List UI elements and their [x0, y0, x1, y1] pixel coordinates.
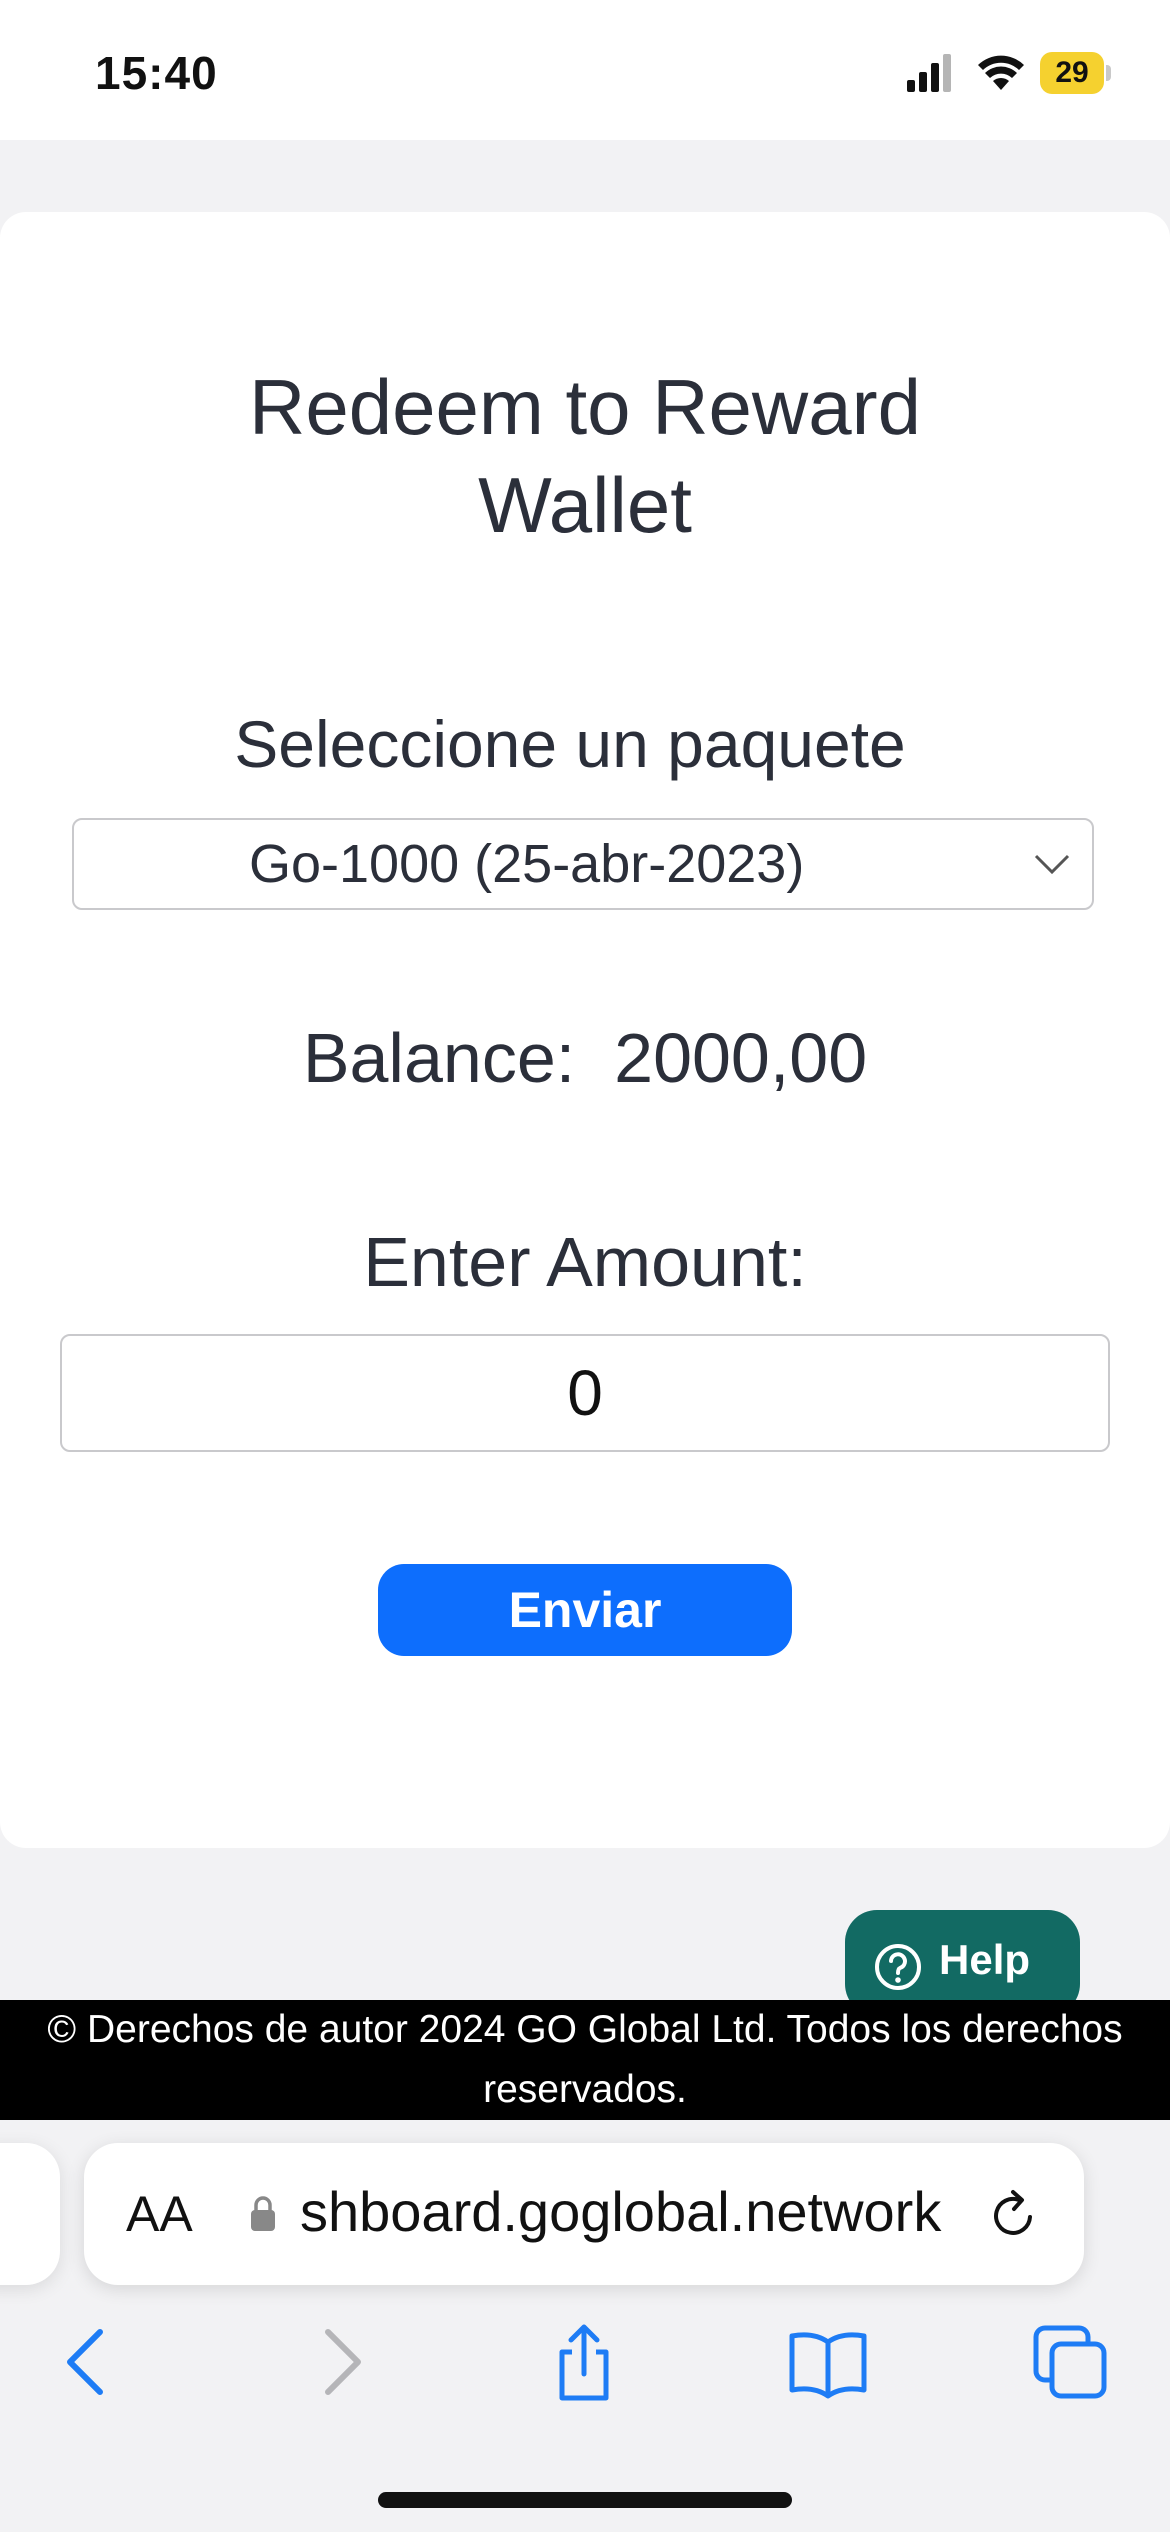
- tabs-icon[interactable]: [1030, 2322, 1110, 2402]
- address-bar[interactable]: AA shboard.goglobal.network: [84, 2143, 1084, 2285]
- text-size-label: AA: [126, 2186, 193, 2242]
- balance-value: 2000,00: [614, 1019, 868, 1097]
- share-icon[interactable]: [544, 2322, 624, 2402]
- battery-level: 29: [1040, 52, 1104, 94]
- page-title: Redeem to Reward Wallet: [249, 363, 921, 549]
- status-time: 15:40: [95, 47, 218, 99]
- lock-icon: [251, 2196, 275, 2231]
- wifi-icon: [978, 55, 1024, 90]
- previous-tab-preview[interactable]: [0, 2143, 60, 2285]
- footer-line-1: © Derechos de autor 2024 GO Global Ltd. …: [47, 2008, 1123, 2051]
- balance-label: Balance:: [302, 1019, 576, 1097]
- question-icon: [875, 1944, 921, 1990]
- amount-label: Enter Amount:: [363, 1223, 807, 1301]
- package-select-value: Go-1000 (25-abr-2023): [249, 834, 805, 894]
- battery-icon: 29: [1040, 52, 1112, 94]
- home-indicator: [378, 2492, 792, 2508]
- amount-input[interactable]: [60, 1334, 1110, 1452]
- submit-button[interactable]: Enviar: [378, 1564, 792, 1656]
- url-text: shboard.goglobal.network: [300, 2180, 942, 2243]
- bookmarks-icon[interactable]: [788, 2322, 868, 2402]
- copyright-footer: © Derechos de autor 2024 GO Global Ltd. …: [0, 2000, 1170, 2120]
- footer-line-2: reservados.: [483, 2068, 687, 2111]
- help-label: Help: [939, 1936, 1031, 1983]
- forward-icon[interactable]: [300, 2322, 380, 2402]
- signal-icon: [907, 54, 951, 92]
- status-bar: 15:40 29: [0, 0, 1170, 140]
- balance-text: Balance: 2000,00: [0, 1018, 1170, 1098]
- back-icon[interactable]: [48, 2322, 128, 2402]
- package-select[interactable]: Go-1000 (25-abr-2023): [72, 818, 1094, 910]
- chevron-down-icon: [1034, 854, 1070, 875]
- package-select-label: Seleccione un paquete: [234, 707, 906, 781]
- text-size-button[interactable]: AA: [126, 2185, 193, 2243]
- reload-icon[interactable]: [984, 2185, 1044, 2245]
